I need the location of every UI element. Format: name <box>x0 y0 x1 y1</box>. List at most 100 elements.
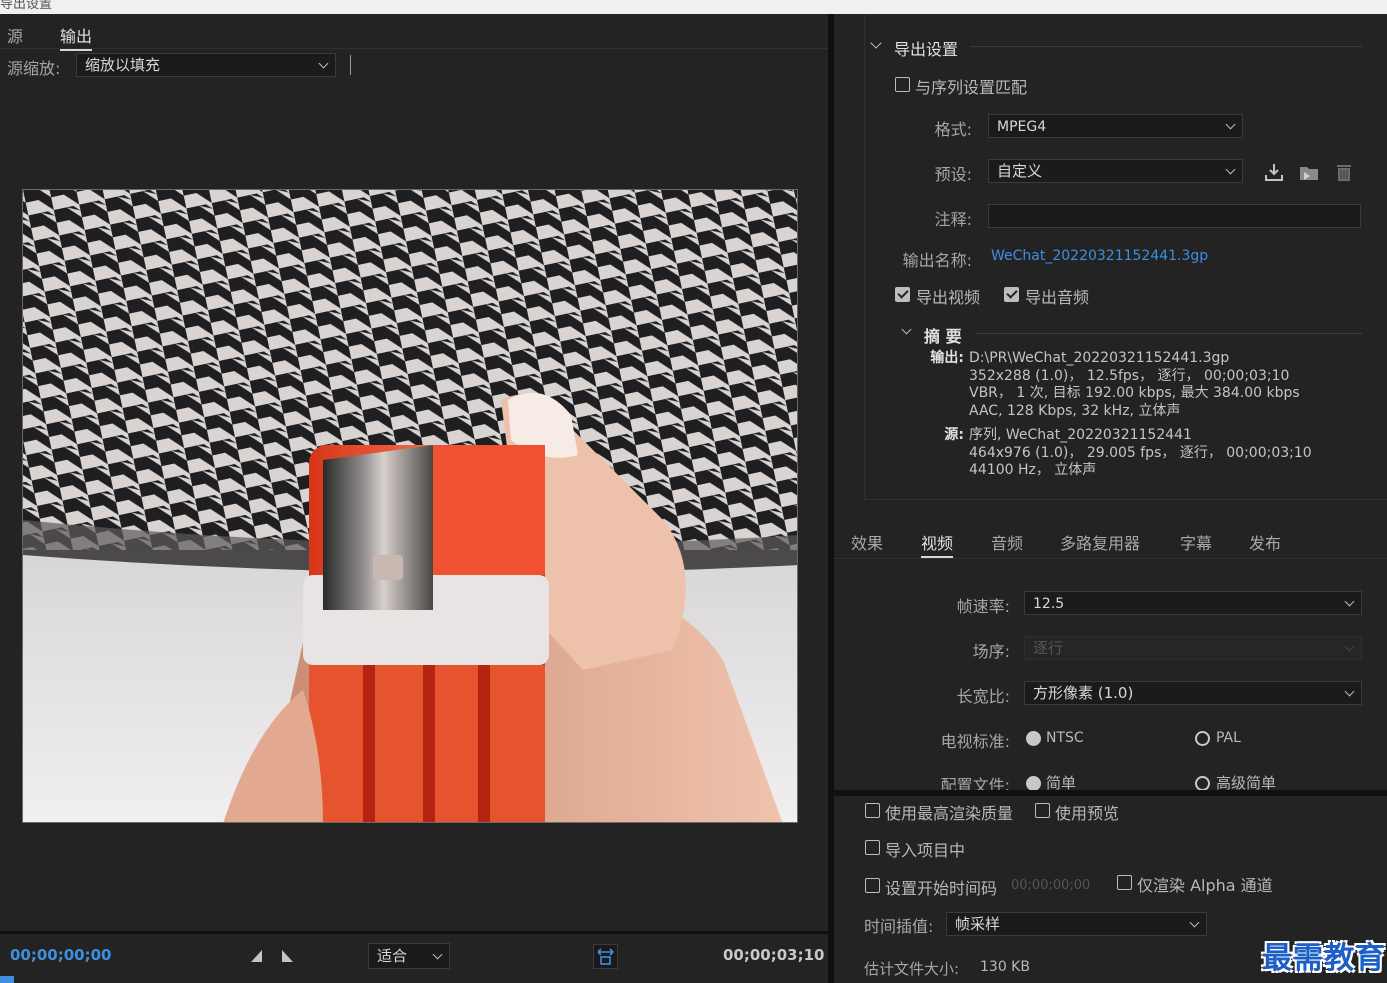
preset-value: 自定义 <box>997 162 1043 180</box>
summary-source-line: 序列, WeChat_20220321152441 <box>969 427 1192 443</box>
chevron-down-icon <box>1344 596 1355 607</box>
export-audio-label: 导出音频 <box>1025 288 1090 307</box>
output-name-link[interactable]: WeChat_20220321152441.3gp <box>991 248 1208 264</box>
summary-output-label: 输出: <box>930 350 964 366</box>
format-value: MPEG4 <box>997 119 1047 135</box>
save-preset-icon[interactable] <box>1263 161 1285 183</box>
playback-bar: 00;00;00;00 适合 00;00;03;10 <box>0 931 828 983</box>
advanced-profile-radio[interactable] <box>1195 776 1210 791</box>
chevron-down-icon <box>318 58 329 69</box>
render-options-panel: 使用最高渲染质量 使用预览 导入项目中 设置开始时间码 00;00;00;00 … <box>834 790 1387 983</box>
tab-output[interactable]: 输出 <box>60 23 93 51</box>
summary-output-text: D:\PR\WeChat_20220321152441.3gp 352x288 … <box>969 350 1300 420</box>
watermark-logo: 最需教育 <box>1262 941 1386 976</box>
set-start-timecode-checkbox[interactable] <box>865 878 880 893</box>
video-settings-panel: 效果 视频 音频 多路复用器 字幕 发布 帧速率: 12.5 场序: 逐行 长宽… <box>834 522 1387 795</box>
pal-label: PAL <box>1216 730 1241 746</box>
current-timecode[interactable]: 00;00;00;00 <box>10 946 112 964</box>
format-label: 格式: <box>934 120 972 139</box>
tab-publish[interactable]: 发布 <box>1249 530 1281 554</box>
framerate-value: 12.5 <box>1033 596 1065 612</box>
summary-source-label: 源: <box>944 427 964 443</box>
comment-input[interactable] <box>988 204 1361 228</box>
output-name-label: 输出名称: <box>902 251 972 270</box>
summary-output-line: AAC, 128 Kbps, 32 kHz, 立体声 <box>969 402 1181 419</box>
export-settings-panel: 导出设置 与序列设置匹配 格式: MPEG4 预设: 自定义 注释: 输出名称:… <box>834 14 1387 522</box>
tv-standard-label: 电视标准: <box>940 732 1010 751</box>
comment-label: 注释: <box>934 210 972 229</box>
max-render-label: 使用最高渲染质量 <box>885 804 1014 823</box>
export-video-label: 导出视频 <box>916 288 981 307</box>
summary-source-line: 44100 Hz， 立体声 <box>969 462 1097 478</box>
start-timecode-value[interactable]: 00;00;00;00 <box>1011 878 1090 893</box>
fit-value: 适合 <box>377 947 408 965</box>
summary-rule <box>976 333 1362 334</box>
import-project-checkbox[interactable] <box>865 840 880 855</box>
chevron-down-icon <box>1344 686 1355 697</box>
aspect-correction-button[interactable] <box>593 944 618 969</box>
tabs-divider <box>834 558 1387 559</box>
framerate-label: 帧速率: <box>956 597 1010 616</box>
interp-dropdown[interactable]: 帧采样 <box>946 912 1207 936</box>
match-sequence-label: 与序列设置匹配 <box>915 78 1028 97</box>
set-start-timecode-label: 设置开始时间码 <box>885 879 998 898</box>
video-preview[interactable] <box>22 189 798 823</box>
aspect-value: 方形像素 (1.0) <box>1033 684 1134 702</box>
field-order-label: 场序: <box>972 642 1010 661</box>
ntsc-label: NTSC <box>1046 730 1084 746</box>
preset-label: 预设: <box>934 165 972 184</box>
scale-divider <box>350 55 351 75</box>
delete-preset-icon[interactable] <box>1333 161 1355 183</box>
playhead-marker[interactable] <box>0 976 14 983</box>
window-titlebar: 导出设置 <box>0 0 1387 14</box>
import-preset-icon[interactable] <box>1298 161 1320 183</box>
filesize-value: 130 KB <box>980 959 1030 975</box>
tab-captions[interactable]: 字幕 <box>1180 530 1212 554</box>
tab-video[interactable]: 视频 <box>921 530 954 558</box>
alpha-only-label: 仅渲染 Alpha 通道 <box>1137 876 1273 895</box>
tab-source[interactable]: 源 <box>7 23 23 47</box>
summary-source-text: 序列, WeChat_20220321152441 464x976 (1.0)，… <box>969 427 1312 480</box>
field-order-dropdown[interactable]: 逐行 <box>1024 636 1362 660</box>
ntsc-radio[interactable] <box>1026 731 1041 746</box>
use-preview-label: 使用预览 <box>1055 804 1120 823</box>
max-render-checkbox[interactable] <box>865 803 880 818</box>
tab-divider <box>0 48 828 49</box>
export-video-checkbox[interactable] <box>895 287 910 302</box>
summary-title: 摘 要 <box>924 327 962 346</box>
summary-output-line: D:\PR\WeChat_20220321152441.3gp <box>969 350 1230 366</box>
end-timecode: 00;00;03;10 <box>723 946 825 964</box>
pal-radio[interactable] <box>1195 731 1210 746</box>
summary-output-line: 352x288 (1.0)， 12.5fps， 逐行， 00;00;03;10 <box>969 367 1290 384</box>
fit-dropdown[interactable]: 适合 <box>368 943 450 969</box>
filesize-label: 估计文件大小: <box>864 960 960 978</box>
tab-audio[interactable]: 音频 <box>991 530 1023 554</box>
source-scale-dropdown[interactable]: 缩放以填充 <box>76 53 336 77</box>
chevron-down-icon <box>432 949 443 960</box>
summary-source-line: 464x976 (1.0)， 29.005 fps， 逐行， 00;00;03;… <box>969 444 1312 461</box>
title-rule <box>970 46 1362 47</box>
chevron-down-icon <box>1189 917 1200 928</box>
chevron-down-icon <box>1344 641 1355 652</box>
source-scale-label: 源缩放: <box>7 59 61 78</box>
aspect-label: 长宽比: <box>956 687 1010 706</box>
tab-multiplexer[interactable]: 多路复用器 <box>1060 530 1140 554</box>
use-preview-checkbox[interactable] <box>1035 803 1050 818</box>
field-order-value: 逐行 <box>1033 639 1064 657</box>
format-dropdown[interactable]: MPEG4 <box>988 114 1243 138</box>
interp-value: 帧采样 <box>955 915 1001 933</box>
alpha-only-checkbox[interactable] <box>1117 875 1132 890</box>
mark-out-icon[interactable] <box>280 949 294 967</box>
preset-dropdown[interactable]: 自定义 <box>988 159 1243 183</box>
import-project-label: 导入项目中 <box>885 841 966 860</box>
simple-profile-radio[interactable] <box>1026 776 1041 791</box>
match-sequence-checkbox[interactable] <box>895 77 910 92</box>
interp-label: 时间插值: <box>864 917 934 936</box>
chevron-down-icon <box>1225 119 1236 130</box>
mark-in-icon[interactable] <box>250 949 264 967</box>
tab-effects[interactable]: 效果 <box>851 530 883 554</box>
export-audio-checkbox[interactable] <box>1004 287 1019 302</box>
preview-frame-image <box>23 190 797 822</box>
aspect-dropdown[interactable]: 方形像素 (1.0) <box>1024 681 1362 705</box>
framerate-dropdown[interactable]: 12.5 <box>1024 591 1362 615</box>
